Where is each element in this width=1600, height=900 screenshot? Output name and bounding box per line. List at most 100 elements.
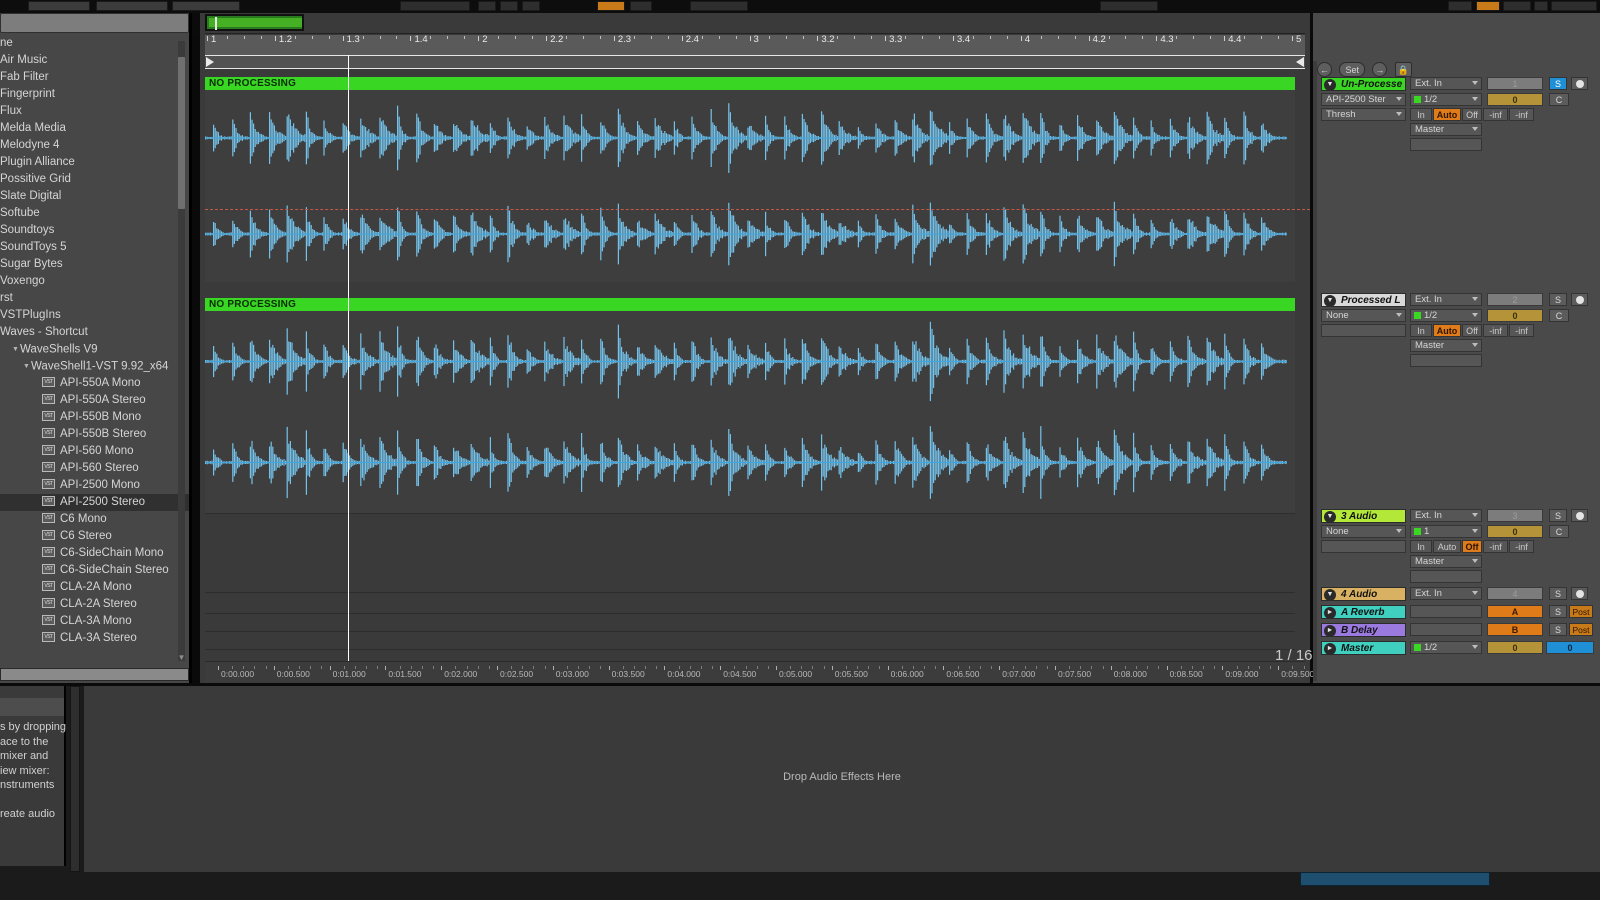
track-number-1[interactable]: 1 xyxy=(1487,77,1543,90)
track-solo-4[interactable]: S xyxy=(1549,587,1567,600)
track-crossfade-2[interactable]: C xyxy=(1549,309,1569,322)
grid-size-indicator[interactable]: 1 / 16 xyxy=(1275,647,1313,664)
browser-item[interactable]: VST API-560 Mono xyxy=(0,443,189,460)
track-suboutput-3[interactable] xyxy=(1410,570,1482,583)
return-post-a[interactable]: Post xyxy=(1569,605,1593,618)
set-button[interactable]: Set xyxy=(1339,62,1365,78)
browser-item[interactable]: Voxengo xyxy=(0,273,189,290)
monitor-auto-2[interactable]: Auto xyxy=(1433,324,1461,337)
return-letter-a[interactable]: A xyxy=(1487,605,1543,618)
time-ruler[interactable]: 0:00.000 0:00.500 0:01.000 0:01.500 0:02.000… xyxy=(205,661,1327,683)
track-volume-2[interactable]: 0 xyxy=(1487,309,1543,322)
track-channel-1[interactable]: 1/2 xyxy=(1410,93,1482,106)
loop-end-marker[interactable] xyxy=(1296,57,1304,67)
track-param-3[interactable] xyxy=(1321,540,1406,553)
browser-item[interactable]: VST C6-SideChain Stereo xyxy=(0,562,189,579)
master-name[interactable]: ► Master xyxy=(1321,641,1406,655)
browser-item[interactable]: VST API-550A Stereo xyxy=(0,392,189,409)
master-pan[interactable]: 0 xyxy=(1546,641,1594,654)
chrome-button-13[interactable] xyxy=(1503,1,1531,11)
track-name-3[interactable]: ▼ 3 Audio xyxy=(1321,509,1406,523)
monitor-auto-1[interactable]: Auto xyxy=(1433,108,1461,121)
chrome-button-14[interactable] xyxy=(1534,1,1548,11)
monitor-in-1[interactable]: In xyxy=(1410,108,1432,121)
clip-body-2[interactable] xyxy=(205,311,1295,513)
track-device-3[interactable]: None xyxy=(1321,525,1406,538)
clip-body-1[interactable] xyxy=(205,90,1295,282)
track-input-3[interactable]: Ext. In xyxy=(1410,509,1482,522)
track-solo-2[interactable]: S xyxy=(1549,293,1567,306)
chrome-button-1[interactable] xyxy=(28,1,90,11)
chrome-button-9[interactable] xyxy=(690,1,748,11)
browser-item[interactable]: Melodyne 4 xyxy=(0,137,189,154)
monitor-off-1[interactable]: Off xyxy=(1462,108,1482,121)
record-icon[interactable] xyxy=(1571,509,1588,522)
browser-item[interactable]: VST API-550A Mono xyxy=(0,375,189,392)
track-solo-3[interactable]: S xyxy=(1549,509,1567,522)
monitor-off-2[interactable]: Off xyxy=(1462,324,1482,337)
browser-item[interactable]: VST API-2500 Stereo xyxy=(0,494,189,511)
browser-item[interactable]: Soundtoys xyxy=(0,222,189,239)
track-solo-1[interactable]: S xyxy=(1549,77,1567,90)
browser-search-input[interactable] xyxy=(0,13,189,33)
browser-footer-bar[interactable] xyxy=(0,668,189,681)
browser-item[interactable]: Slate Digital xyxy=(0,188,189,205)
track-crossfade-1[interactable]: C xyxy=(1549,93,1569,106)
record-icon[interactable] xyxy=(1571,77,1588,90)
disclosure-triangle-icon[interactable]: ▼ xyxy=(11,341,20,358)
bar-ruler[interactable]: 1 1.2 1.3 1.4 2 2.2 2.3 2.4 3 3.2 3.3 3.4 4 4.2 4.3 4.4… xyxy=(205,34,1305,55)
monitor-auto-3[interactable]: Auto xyxy=(1433,540,1461,553)
track-number-4[interactable]: 4 xyxy=(1487,587,1543,600)
track-meter-right-2[interactable]: -inf xyxy=(1509,324,1534,337)
return-slot-a[interactable] xyxy=(1410,605,1482,618)
browser-item[interactable]: ▼WaveShell1-VST 9.92_x64 xyxy=(0,358,189,375)
browser-scrollbar-thumb[interactable] xyxy=(178,57,185,209)
browser-item[interactable]: VST API-550B Stereo xyxy=(0,426,189,443)
browser-item[interactable]: VST CLA-3A Mono xyxy=(0,613,189,630)
arrangement-overview[interactable] xyxy=(205,13,1305,34)
overview-selection-box[interactable] xyxy=(205,14,304,31)
browser-item[interactable]: ▼WaveShells V9 xyxy=(0,341,189,358)
clip-title-2[interactable]: NO PROCESSING xyxy=(205,298,1295,311)
arrow-right-icon[interactable]: → xyxy=(1372,62,1388,78)
device-chain-rail[interactable] xyxy=(70,686,80,872)
track-output-1[interactable]: Master xyxy=(1410,123,1482,136)
return-name-a[interactable]: ► A Reverb xyxy=(1321,605,1406,619)
chrome-button-8[interactable] xyxy=(630,1,652,11)
master-volume[interactable]: 0 xyxy=(1487,641,1543,654)
browser-item[interactable]: VST C6 Mono xyxy=(0,511,189,528)
track-param-1[interactable]: Thresh xyxy=(1321,108,1406,121)
track-fold-icon-1[interactable]: ▼ xyxy=(1324,79,1336,90)
return-name-b[interactable]: ► B Delay xyxy=(1321,623,1406,637)
status-bar-highlight[interactable] xyxy=(1300,872,1490,886)
return-post-b[interactable]: Post xyxy=(1569,623,1593,636)
device-drop-area[interactable]: Drop Audio Effects Here xyxy=(84,686,1600,872)
track-suboutput-1[interactable] xyxy=(1410,138,1482,151)
browser-item[interactable]: SoundToys 5 xyxy=(0,239,189,256)
play-icon[interactable]: ► xyxy=(1324,607,1336,618)
master-channel[interactable]: 1/2 xyxy=(1410,641,1482,654)
browser-item[interactable]: Softube xyxy=(0,205,189,222)
play-icon[interactable]: ► xyxy=(1324,625,1336,636)
track-name-4[interactable]: ▼ 4 Audio xyxy=(1321,587,1406,601)
track-name-1[interactable]: ▼ Un-Processe xyxy=(1321,77,1406,91)
track-device-1[interactable]: API-2500 Ster xyxy=(1321,93,1406,106)
chrome-button-3[interactable] xyxy=(172,1,240,11)
browser-item[interactable]: Fingerprint xyxy=(0,86,189,103)
track-channel-3[interactable]: 1 xyxy=(1410,525,1482,538)
chrome-button-4[interactable] xyxy=(400,1,470,11)
track-fold-icon-3[interactable]: ▼ xyxy=(1324,511,1336,522)
disclosure-triangle-icon[interactable]: ▼ xyxy=(22,358,31,375)
browser-item[interactable]: VST C6 Stereo xyxy=(0,528,189,545)
browser-item[interactable]: VST CLA-2A Mono xyxy=(0,579,189,596)
browser-item[interactable]: ne xyxy=(0,35,189,52)
chrome-button-11[interactable] xyxy=(1448,1,1472,11)
track-meter-right-1[interactable]: -inf xyxy=(1509,108,1534,121)
chrome-button-2[interactable] xyxy=(96,1,168,11)
track-suboutput-2[interactable] xyxy=(1410,354,1482,367)
track-meter-right-3[interactable]: -inf xyxy=(1509,540,1534,553)
browser-item[interactable]: Fab Filter xyxy=(0,69,189,86)
track-meter-left-1[interactable]: -inf xyxy=(1483,108,1508,121)
track-name-2[interactable]: ▼ Processed L xyxy=(1321,293,1406,307)
browser-item[interactable]: Flux xyxy=(0,103,189,120)
